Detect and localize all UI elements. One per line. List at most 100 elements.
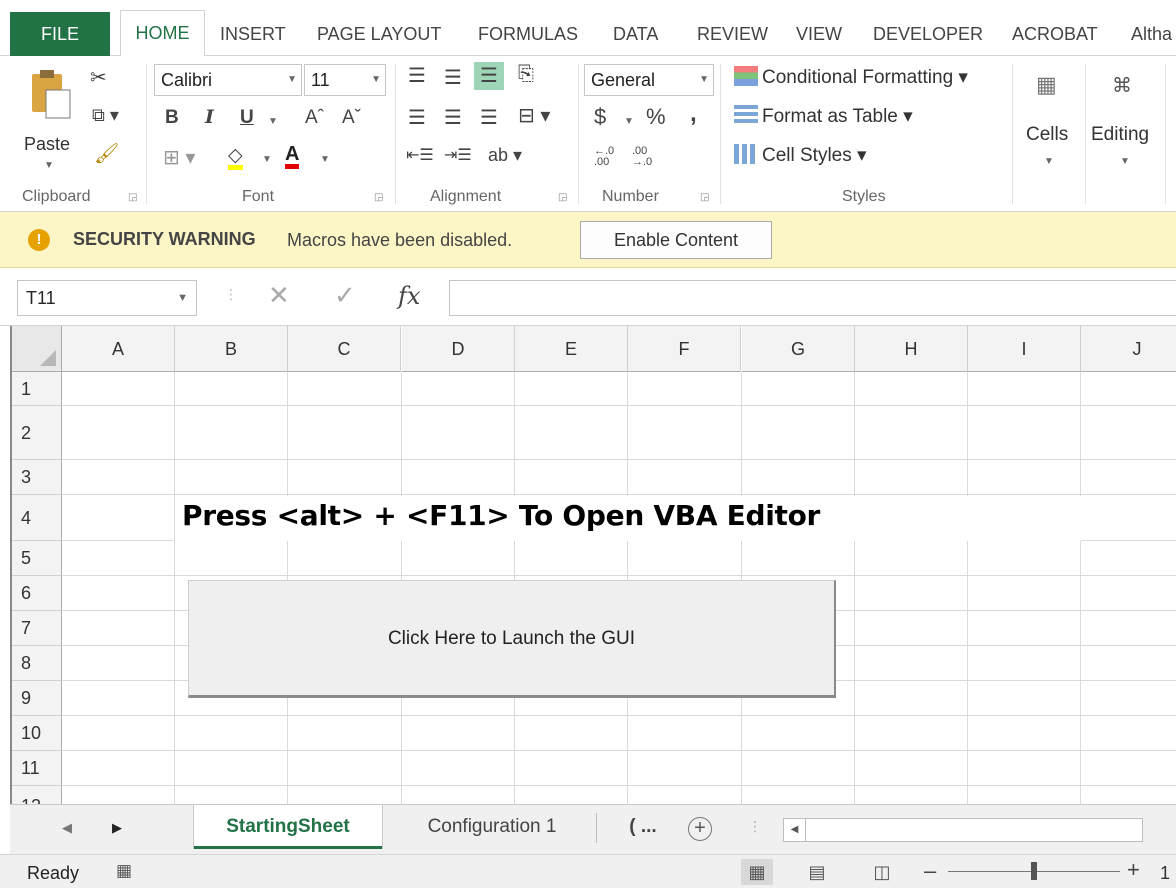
row-header-8[interactable]: 8 <box>12 646 62 681</box>
font-size-dropdown[interactable]: 11 ▼ <box>304 64 386 96</box>
launch-gui-button[interactable]: Click Here to Launch the GUI <box>188 580 836 698</box>
increase-indent-icon[interactable]: ⇥☰ <box>444 148 472 164</box>
zoom-out-button[interactable]: – <box>924 858 936 884</box>
select-all-button[interactable] <box>12 326 62 372</box>
dialog-launcher-icon[interactable]: ◲ <box>128 192 137 203</box>
italic-button[interactable]: I <box>205 108 214 127</box>
column-header-d[interactable]: D <box>402 326 515 372</box>
cell-styles-button[interactable]: Cell Styles ▾ <box>734 144 867 167</box>
zoom-slider-thumb[interactable] <box>1031 862 1037 880</box>
shrink-font-button[interactable]: Aˇ <box>342 108 361 127</box>
zoom-in-button[interactable]: + <box>1127 857 1140 883</box>
percent-button[interactable]: % <box>646 106 666 128</box>
tab-file[interactable]: FILE <box>10 12 110 56</box>
column-header-h[interactable]: H <box>855 326 968 372</box>
row-header-11[interactable]: 11 <box>12 751 62 786</box>
enable-content-button[interactable]: Enable Content <box>580 221 772 259</box>
column-header-f[interactable]: F <box>628 326 741 372</box>
column-header-c[interactable]: C <box>288 326 401 372</box>
align-top-icon[interactable]: ☰ <box>408 66 426 86</box>
borders-icon[interactable]: ⊞ ▾ <box>163 148 195 168</box>
tab-formulas[interactable]: FORMULAS <box>478 14 578 54</box>
align-middle-icon[interactable]: ☰ <box>444 68 462 88</box>
align-center-icon[interactable]: ☰ <box>444 108 462 128</box>
merge-center-icon[interactable]: ⊟ ▾ <box>518 106 550 126</box>
splitter-handle-icon[interactable]: ⋮ <box>748 818 762 835</box>
number-format-dropdown[interactable]: General ▼ <box>584 64 714 96</box>
tab-insert[interactable]: INSERT <box>220 14 286 54</box>
fill-color-icon[interactable]: ◇ <box>228 146 243 170</box>
tab-acrobat[interactable]: ACROBAT <box>1012 14 1098 54</box>
insert-function-icon[interactable]: fx <box>398 282 420 310</box>
tab-data[interactable]: DATA <box>613 14 658 54</box>
row-header-12[interactable]: 12 <box>12 786 62 804</box>
page-layout-view-button[interactable]: ▤ <box>801 859 833 885</box>
dialog-launcher-icon[interactable]: ◲ <box>374 192 383 203</box>
row-header-4[interactable]: 4 <box>12 495 62 541</box>
row-header-1[interactable]: 1 <box>12 372 62 406</box>
increase-decimal-button[interactable]: ←.0 .00 <box>594 146 614 168</box>
row-header-9[interactable]: 9 <box>12 681 62 716</box>
format-as-table-button[interactable]: Format as Table ▾ <box>734 105 913 128</box>
editing-button[interactable]: ⌘ Editing ▼ <box>1090 64 1162 184</box>
dialog-launcher-icon[interactable]: ◲ <box>558 192 567 203</box>
decrease-indent-icon[interactable]: ⇤☰ <box>406 148 434 164</box>
add-sheet-button[interactable]: + <box>688 817 712 841</box>
decrease-decimal-button[interactable]: .00 →.0 <box>632 146 652 168</box>
comma-button[interactable]: , <box>690 102 697 126</box>
enter-icon[interactable]: ✓ <box>334 282 356 308</box>
cut-icon[interactable]: ✂ <box>90 68 107 88</box>
row-header-7[interactable]: 7 <box>12 611 62 646</box>
underline-button[interactable]: U <box>240 108 254 127</box>
macro-recording-icon[interactable]: ▦ <box>116 861 132 881</box>
dialog-launcher-icon[interactable]: ◲ <box>700 192 709 203</box>
paste-button[interactable]: Paste ▼ <box>20 64 82 174</box>
tab-home[interactable]: HOME <box>120 10 205 57</box>
align-left-icon[interactable]: ☰ <box>408 108 426 128</box>
column-header-b[interactable]: B <box>175 326 288 372</box>
sheet-tab-startingsheet[interactable]: StartingSheet <box>194 805 382 849</box>
currency-button[interactable]: $ <box>594 106 606 128</box>
grow-font-button[interactable]: Aˆ <box>305 108 324 127</box>
tab-page-layout[interactable]: PAGE LAYOUT <box>317 14 441 54</box>
scroll-tabs-left-icon[interactable]: ◀ <box>62 820 72 836</box>
zoom-level[interactable]: 1 <box>1160 863 1170 884</box>
name-box[interactable]: T11 ▼ <box>17 280 197 316</box>
worksheet-grid[interactable]: ABCDEFGHIJ 123456789101112 Press <alt> +… <box>10 326 1176 804</box>
row-header-5[interactable]: 5 <box>12 541 62 576</box>
horizontal-scrollbar[interactable]: ◀ <box>783 818 1143 842</box>
column-header-j[interactable]: J <box>1081 326 1176 372</box>
row-header-2[interactable]: 2 <box>12 406 62 460</box>
tab-review[interactable]: REVIEW <box>697 14 768 54</box>
drag-handle-icon[interactable]: ⋮ <box>224 286 238 303</box>
format-painter-icon[interactable]: 🖌 <box>94 144 119 164</box>
formula-input[interactable] <box>449 280 1176 316</box>
row-header-6[interactable]: 6 <box>12 576 62 611</box>
column-header-a[interactable]: A <box>62 326 175 372</box>
bold-button[interactable]: B <box>165 108 179 127</box>
cells-button[interactable]: ▦ Cells ▼ <box>1022 64 1078 184</box>
orientation-icon[interactable]: ab ▾ <box>488 146 522 164</box>
align-right-icon[interactable]: ☰ <box>480 108 498 128</box>
copy-icon[interactable]: ⧉ ▾ <box>92 106 119 124</box>
scroll-tabs-right-icon[interactable]: ▶ <box>112 820 122 836</box>
sheet-tab-configuration-1[interactable]: Configuration 1 <box>398 805 586 849</box>
conditional-formatting-button[interactable]: Conditional Formatting ▾ <box>734 66 968 89</box>
normal-view-button[interactable]: ▦ <box>741 859 773 885</box>
row-header-10[interactable]: 10 <box>12 716 62 751</box>
page-break-view-button[interactable]: ◫ <box>866 859 898 885</box>
font-name-dropdown[interactable]: Calibri ▼ <box>154 64 302 96</box>
sheet-tab-more[interactable]: ( ... <box>614 805 672 849</box>
column-header-e[interactable]: E <box>515 326 628 372</box>
tab-altha[interactable]: Altha <box>1131 14 1172 54</box>
font-color-button[interactable]: A <box>285 144 300 169</box>
column-header-i[interactable]: I <box>968 326 1081 372</box>
row-header-3[interactable]: 3 <box>12 460 62 495</box>
scroll-left-icon[interactable]: ◀ <box>784 819 806 841</box>
tab-view[interactable]: VIEW <box>796 14 842 54</box>
column-header-g[interactable]: G <box>742 326 855 372</box>
tab-developer[interactable]: DEVELOPER <box>873 14 983 54</box>
wrap-text-icon[interactable]: ⎘ <box>518 64 534 84</box>
cancel-icon[interactable]: ✕ <box>268 282 290 308</box>
align-bottom-icon[interactable]: ☰ <box>474 62 504 90</box>
